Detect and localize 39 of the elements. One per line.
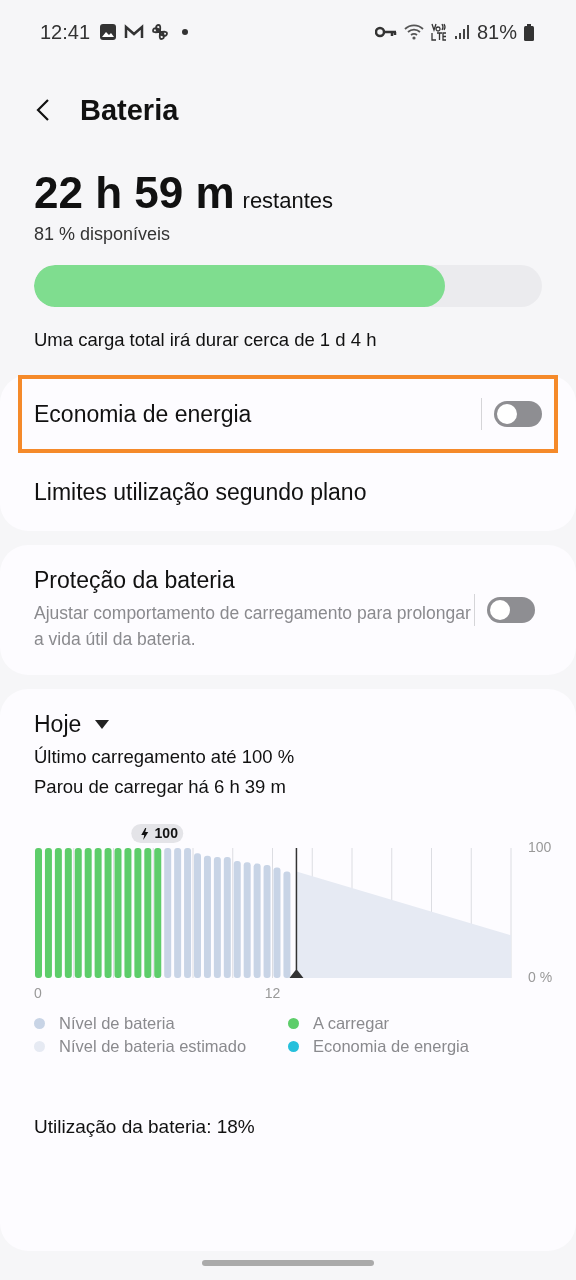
setting-label: Economia de energia: [34, 400, 253, 428]
axis-label: 0 %: [528, 968, 553, 985]
battery-percent: 81%: [476, 20, 517, 44]
stopped-text: Parou de carregar há 6 h 39 m: [33, 775, 287, 798]
legend-label: A carregar: [313, 1013, 390, 1033]
gallery-icon: [99, 23, 118, 41]
key-icon: [374, 26, 397, 38]
available-text: 81 % disponíveis: [34, 224, 172, 245]
time-remaining: 22 h 59 m: [34, 168, 235, 218]
signal-icon: [453, 24, 470, 40]
pinwheel-icon: [151, 23, 170, 41]
dot-icon: [182, 29, 189, 35]
setting-description: Ajustar comportamento de carregamento para prolongar a vida útil da bateria.: [34, 602, 472, 652]
back-icon[interactable]: [36, 98, 50, 122]
axis-label: 100: [528, 838, 552, 855]
toggle-switch[interactable]: [494, 401, 542, 427]
usage-text: Utilização da bateria: 18%: [33, 1115, 256, 1138]
axis-label: 12: [264, 984, 281, 1001]
axis-label: 0: [34, 984, 42, 1001]
legend-label: Nível de bateria estimado: [59, 1036, 247, 1056]
last-charge-text: Último carregamento até 100 %: [33, 745, 296, 768]
clock: 12:41: [40, 20, 91, 44]
setting-row[interactable]: Limites utilização segundo plano: [0, 453, 576, 531]
setting-label: Proteção da bateria: [34, 567, 236, 594]
remaining-label: restantes: [242, 188, 334, 214]
toggle-switch[interactable]: [487, 596, 535, 623]
peak-badge: 100: [131, 823, 184, 843]
legend-label: Nível de bateria: [59, 1013, 175, 1033]
page-title: Bateria: [80, 93, 179, 127]
setting-row[interactable]: Economia de energia: [18, 375, 558, 453]
volte-icon: [430, 23, 447, 41]
wifi-icon: [403, 24, 424, 40]
battery-icon: [524, 23, 534, 41]
period-dropdown[interactable]: Hoje: [34, 710, 82, 738]
full-charge-note: Uma carga total irá durar cerca de 1 d 4 h: [34, 329, 378, 351]
legend-label: Economia de energia: [313, 1036, 469, 1056]
setting-label: Limites utilização segundo plano: [34, 478, 368, 506]
dropdown-icon[interactable]: [95, 719, 110, 729]
mail-icon: [124, 24, 145, 40]
